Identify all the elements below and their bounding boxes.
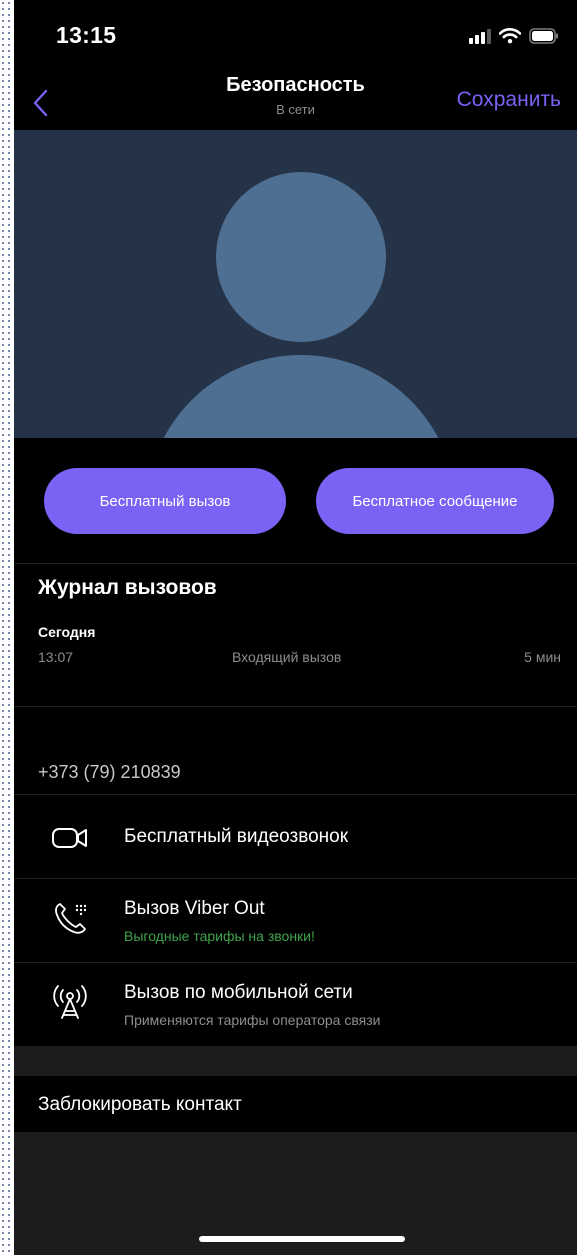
video-call-option[interactable]: Бесплатный видеозвонок bbox=[124, 826, 348, 848]
contact-info-screen: 13:15 Безопасность В сети Сохранить Бесп… bbox=[14, 0, 577, 1255]
call-log-duration: 5 мин bbox=[524, 649, 561, 665]
avatar-body-shape bbox=[146, 355, 456, 438]
free-call-button[interactable]: Бесплатный вызов bbox=[44, 468, 286, 534]
cellular-signal-icon bbox=[469, 28, 491, 44]
status-time: 13:15 bbox=[56, 22, 117, 48]
wifi-icon bbox=[499, 28, 521, 44]
status-icons bbox=[469, 26, 559, 46]
viber-out-phone-icon bbox=[55, 903, 87, 934]
navigation-bar: Безопасность В сети Сохранить bbox=[14, 70, 577, 132]
divider bbox=[14, 878, 577, 879]
divider bbox=[14, 706, 577, 707]
call-log-type: Входящий вызов bbox=[232, 649, 342, 665]
block-contact-row[interactable]: Заблокировать контакт bbox=[14, 1076, 577, 1132]
contact-avatar-placeholder[interactable] bbox=[14, 130, 577, 438]
mobile-call-note: Применяются тарифы оператора связи bbox=[124, 1012, 381, 1028]
viber-out-promo: Выгодные тарифы на звонки! bbox=[124, 928, 315, 944]
save-button[interactable]: Сохранить bbox=[457, 88, 561, 112]
call-log-day: Сегодня bbox=[38, 624, 96, 640]
page-border-decoration bbox=[0, 0, 14, 1255]
divider bbox=[14, 962, 577, 963]
free-message-button[interactable]: Бесплатное сообщение bbox=[316, 468, 554, 534]
home-indicator[interactable] bbox=[199, 1236, 405, 1242]
block-contact-label: Заблокировать контакт bbox=[38, 1094, 242, 1115]
mobile-call-option[interactable]: Вызов по мобильной сети bbox=[124, 982, 353, 1004]
avatar-head-shape bbox=[216, 172, 386, 342]
video-camera-icon bbox=[52, 828, 87, 848]
cell-tower-icon bbox=[53, 985, 87, 1019]
section-spacer bbox=[14, 1046, 577, 1076]
call-log-time: 13:07 bbox=[38, 649, 74, 665]
viber-out-option[interactable]: Вызов Viber Out bbox=[124, 898, 265, 920]
battery-icon bbox=[529, 28, 558, 44]
call-log-title: Журнал вызовов bbox=[38, 576, 217, 599]
divider bbox=[14, 794, 577, 795]
status-bar: 13:15 bbox=[14, 0, 577, 70]
divider bbox=[14, 563, 577, 564]
contact-phone-number[interactable]: +373 (79) 210839 bbox=[38, 762, 181, 783]
